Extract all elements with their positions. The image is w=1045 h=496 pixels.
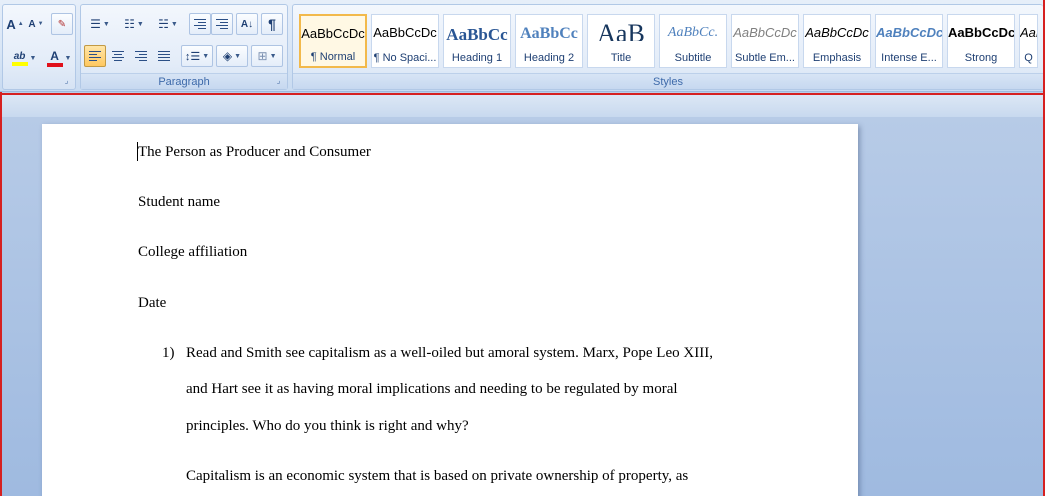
paragraph-dialog-launcher-icon[interactable]: ⌟ — [274, 77, 283, 86]
shrink-font-button[interactable]: A ▼ — [26, 13, 46, 35]
style-sample: AaBbCcDc — [373, 25, 437, 40]
style-name: Heading 1 — [451, 52, 503, 64]
style-tile[interactable]: AaBbCcDc Q — [1019, 14, 1038, 68]
question-line[interactable]: Read and Smith see capitalism as a well-… — [186, 344, 713, 362]
document-title[interactable]: The Person as Producer and Consumer — [138, 143, 371, 161]
paragraph-group-label: Paragraph — [81, 73, 287, 89]
decrease-indent-icon — [194, 19, 206, 29]
style-sample: AaBbCc — [446, 25, 508, 44]
college-affiliation[interactable]: College affiliation — [138, 243, 247, 261]
question-line[interactable]: and Hart see it as having moral implicat… — [186, 380, 678, 398]
ribbon: A ▲ A ▼ ✎ ab ▼ A ▼ ⌟ ☰ ▼ ☷ ▼ ☵ ▼ A↓ ¶ ↕☰… — [0, 0, 1045, 92]
style-sample: AaBbCcDc — [301, 26, 365, 41]
highlight-color-swatch — [11, 61, 28, 66]
multilevel-list-button[interactable]: ☵ ▼ — [152, 13, 184, 35]
pilcrow-icon: ¶ — [268, 16, 276, 32]
document-date[interactable]: Date — [138, 294, 166, 312]
numbering-icon: ☷ — [124, 17, 135, 31]
multilevel-list-icon: ☵ — [158, 17, 169, 31]
style-sample: AaBbCcDc — [805, 25, 869, 40]
list-number: 1) — [162, 345, 175, 361]
shrink-font-icon: A — [28, 18, 36, 30]
ruler-bar — [0, 95, 1045, 117]
bullets-button[interactable]: ☰ ▼ — [84, 13, 116, 35]
question-line[interactable]: principles. Who do you think is right an… — [186, 417, 469, 435]
style-sample: AaBbCcDc — [948, 25, 1014, 40]
style-sample: AaBbCcDc — [733, 25, 797, 40]
style-name: ¶ Normal — [310, 51, 356, 63]
line-spacing-button[interactable]: ↕☰ ▼ — [181, 45, 213, 67]
style-tile[interactable]: AaBbCcDc ¶ No Spaci... — [371, 14, 439, 68]
font-group: A ▲ A ▼ ✎ ab ▼ A ▼ ⌟ — [2, 4, 76, 90]
style-name: Subtle Em... — [735, 52, 795, 64]
style-sample: AaB — [597, 19, 645, 41]
style-name: Title — [610, 52, 632, 64]
borders-icon: ⊞ — [257, 49, 268, 63]
font-color-swatch — [46, 63, 63, 67]
decrease-indent-button[interactable] — [189, 13, 211, 35]
sort-icon: A↓ — [240, 18, 254, 30]
student-name[interactable]: Student name — [138, 193, 220, 211]
increase-indent-button[interactable] — [211, 13, 233, 35]
style-tile[interactable]: AaBbCc Heading 2 — [515, 14, 583, 68]
styles-group-label: Styles — [293, 73, 1043, 89]
font-color-button[interactable]: A ▼ — [43, 47, 75, 69]
align-left-button[interactable] — [84, 45, 106, 67]
grow-font-icon: A — [6, 16, 16, 32]
clear-formatting-icon: ✎ — [57, 18, 67, 30]
style-tile[interactable]: AaBbCc. Subtitle — [659, 14, 727, 68]
style-tile[interactable]: AaBbCcDc ¶ Normal — [299, 14, 367, 68]
paint-bucket-icon: ◈ — [222, 49, 233, 63]
style-name: ¶ No Spaci... — [373, 52, 437, 64]
justify-button[interactable] — [153, 45, 175, 67]
clear-formatting-button[interactable]: ✎ — [51, 13, 73, 35]
font-dialog-launcher-icon[interactable]: ⌟ — [62, 77, 71, 86]
style-name: Emphasis — [812, 52, 862, 64]
align-center-button[interactable] — [107, 45, 129, 67]
style-name: Q — [1024, 52, 1033, 64]
align-right-button[interactable] — [130, 45, 152, 67]
align-center-icon — [112, 51, 124, 61]
style-tile[interactable]: AaBbCcDc Strong — [947, 14, 1015, 68]
borders-button[interactable]: ⊞ ▼ — [251, 45, 283, 67]
align-right-icon — [135, 51, 147, 61]
bullets-icon: ☰ — [90, 17, 101, 31]
style-sample: AaBbCc — [520, 25, 578, 42]
sort-button[interactable]: A↓ — [236, 13, 258, 35]
grow-font-button[interactable]: A ▲ — [5, 13, 25, 35]
style-tile[interactable]: AaBbCcDc Subtle Em... — [731, 14, 799, 68]
document-page[interactable]: The Person as Producer and Consumer Stud… — [42, 124, 858, 496]
numbering-button[interactable]: ☷ ▼ — [118, 13, 150, 35]
align-left-icon — [89, 51, 101, 61]
styles-group: AaBbCcDc ¶ Normal AaBbCcDc ¶ No Spaci... AaB… — [292, 4, 1043, 90]
style-sample: AaBbCc. — [667, 25, 719, 40]
style-name: Subtitle — [674, 52, 712, 64]
style-sample: AaBbCcDc — [1020, 25, 1037, 40]
highlight-button[interactable]: ab ▼ — [6, 47, 42, 69]
font-color-icon: A — [46, 49, 63, 67]
style-tile[interactable]: AaBbCcDc Intense E... — [875, 14, 943, 68]
style-sample: AaBbCcDc — [876, 25, 942, 40]
style-name: Heading 2 — [523, 52, 575, 64]
selection-border-left — [0, 92, 2, 496]
shading-button[interactable]: ◈ ▼ — [216, 45, 248, 67]
style-tile[interactable]: AaB Title — [587, 14, 655, 68]
show-hide-marks-button[interactable]: ¶ — [261, 13, 283, 35]
answer-paragraph-line[interactable]: Capitalism is an economic system that is… — [186, 467, 688, 485]
style-name: Intense E... — [881, 52, 937, 64]
style-tile[interactable]: AaBbCc Heading 1 — [443, 14, 511, 68]
increase-indent-icon — [216, 19, 228, 29]
style-tile[interactable]: AaBbCcDc Emphasis — [803, 14, 871, 68]
justify-icon — [158, 51, 170, 61]
highlight-icon: ab — [11, 51, 28, 66]
paragraph-group: ☰ ▼ ☷ ▼ ☵ ▼ A↓ ¶ ↕☰ ▼ ◈ ▼ ⊞ ▼ Paragraph … — [80, 4, 288, 90]
line-spacing-icon: ↕☰ — [184, 50, 201, 63]
style-name: Strong — [964, 52, 998, 64]
